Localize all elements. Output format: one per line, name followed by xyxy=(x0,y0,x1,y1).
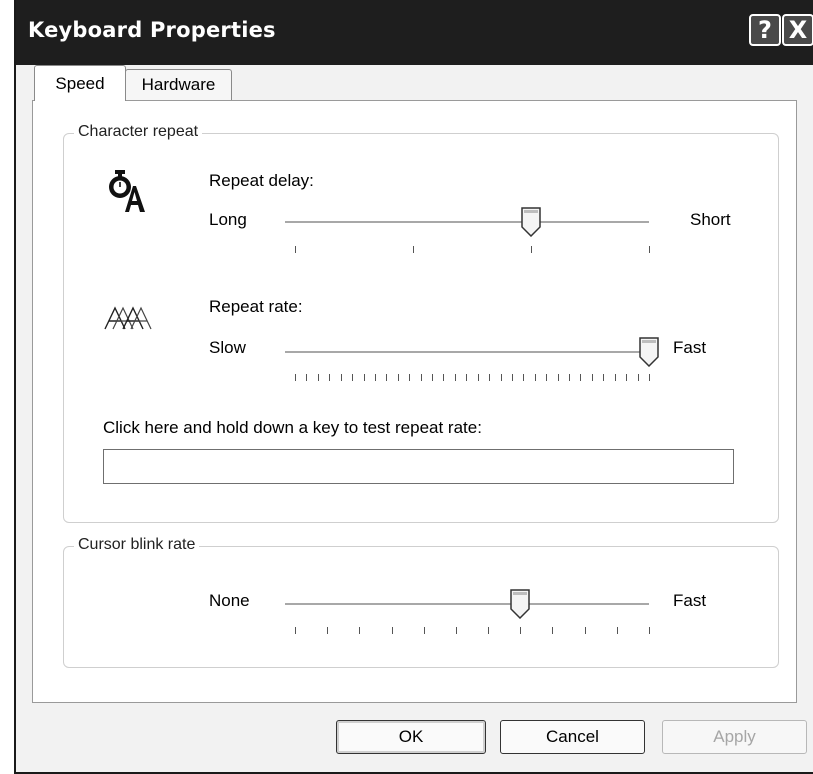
slider-tick xyxy=(512,374,513,381)
slider-tick xyxy=(456,627,457,634)
slider-tick xyxy=(649,246,650,253)
slider-tick xyxy=(424,627,425,634)
slider-tick xyxy=(638,374,639,381)
cursor-blink-max-label: Fast xyxy=(673,591,707,610)
window-title: Keyboard Properties xyxy=(28,18,276,42)
apply-button[interactable]: Apply xyxy=(662,720,807,754)
slider-tick xyxy=(523,374,524,381)
dialog-content: Speed Hardware Character repeat Repeat d… xyxy=(16,65,813,772)
slider-tick xyxy=(489,374,490,381)
slider-tick xyxy=(398,374,399,381)
slider-tick xyxy=(520,627,521,634)
slider-tick xyxy=(364,374,365,381)
repeat-delay-label: Repeat delay: xyxy=(209,171,314,190)
title-bar[interactable]: Keyboard Properties ? X xyxy=(16,0,813,65)
slider-tick xyxy=(392,627,393,634)
slider-tick xyxy=(615,374,616,381)
slider-tick xyxy=(329,374,330,381)
slider-tick xyxy=(592,374,593,381)
slider-tick xyxy=(306,374,307,381)
slider-tick xyxy=(432,374,433,381)
repeat-rate-track[interactable] xyxy=(285,351,649,354)
slider-tick xyxy=(443,374,444,381)
keyboard-properties-window: Keyboard Properties ? X Speed Hardware C… xyxy=(14,0,813,774)
slider-tick xyxy=(649,374,650,381)
repeat-rate-slider-thumb[interactable] xyxy=(639,337,659,367)
slider-tick xyxy=(409,374,410,381)
slider-tick xyxy=(386,374,387,381)
speed-tab-panel: Character repeat Repeat delay: Long Shor… xyxy=(32,100,797,703)
slider-tick xyxy=(352,374,353,381)
slider-tick xyxy=(552,627,553,634)
repeat-rate-ticks xyxy=(295,374,650,382)
slider-tick xyxy=(478,374,479,381)
cursor-blink-track[interactable] xyxy=(285,603,649,606)
repeat-rate-max-label: Fast xyxy=(673,338,707,357)
cursor-blink-min-label: None xyxy=(209,591,250,610)
slider-tick xyxy=(546,374,547,381)
cursor-blink-group: Cursor blink rate xyxy=(63,536,779,668)
slider-tick xyxy=(558,374,559,381)
slider-tick xyxy=(649,627,650,634)
slider-tick xyxy=(603,374,604,381)
repeat-delay-track[interactable] xyxy=(285,221,649,224)
stopwatch-icon xyxy=(109,170,145,212)
close-button[interactable]: X xyxy=(782,14,813,46)
slider-tick xyxy=(413,246,414,253)
slider-tick xyxy=(535,374,536,381)
character-repeat-legend: Character repeat xyxy=(74,123,203,141)
slider-tick xyxy=(531,246,532,253)
slider-tick xyxy=(295,246,296,253)
slider-tick xyxy=(617,627,618,634)
repeat-delay-max-label: Short xyxy=(690,210,731,229)
slider-tick xyxy=(341,374,342,381)
slider-tick xyxy=(585,627,586,634)
slider-tick xyxy=(375,374,376,381)
slider-tick xyxy=(455,374,456,381)
slider-tick xyxy=(569,374,570,381)
slider-tick xyxy=(295,374,296,381)
slider-tick xyxy=(327,627,328,634)
ok-button[interactable]: OK xyxy=(336,720,486,754)
tab-hardware[interactable]: Hardware xyxy=(125,69,232,100)
tab-speed[interactable]: Speed xyxy=(34,65,126,101)
repeat-rate-test-input[interactable] xyxy=(103,449,734,484)
slider-tick xyxy=(295,627,296,634)
slider-tick xyxy=(501,374,502,381)
slider-tick xyxy=(359,627,360,634)
slider-tick xyxy=(626,374,627,381)
repeat-delay-min-label: Long xyxy=(209,210,247,229)
slider-tick xyxy=(318,374,319,381)
slider-tick xyxy=(466,374,467,381)
cursor-blink-slider-thumb[interactable] xyxy=(510,589,530,619)
slider-tick xyxy=(488,627,489,634)
repeat-rate-label: Repeat rate: xyxy=(209,297,303,316)
cancel-button[interactable]: Cancel xyxy=(500,720,645,754)
cursor-blink-legend: Cursor blink rate xyxy=(74,536,200,554)
repeat-rate-icon xyxy=(104,306,152,330)
test-prompt-label: Click here and hold down a key to test r… xyxy=(103,418,482,437)
help-button[interactable]: ? xyxy=(749,14,781,46)
repeat-delay-ticks xyxy=(295,246,650,254)
repeat-delay-slider-thumb[interactable] xyxy=(521,207,541,237)
slider-tick xyxy=(421,374,422,381)
slider-tick xyxy=(580,374,581,381)
repeat-rate-min-label: Slow xyxy=(209,338,246,357)
cursor-blink-ticks xyxy=(295,627,650,635)
